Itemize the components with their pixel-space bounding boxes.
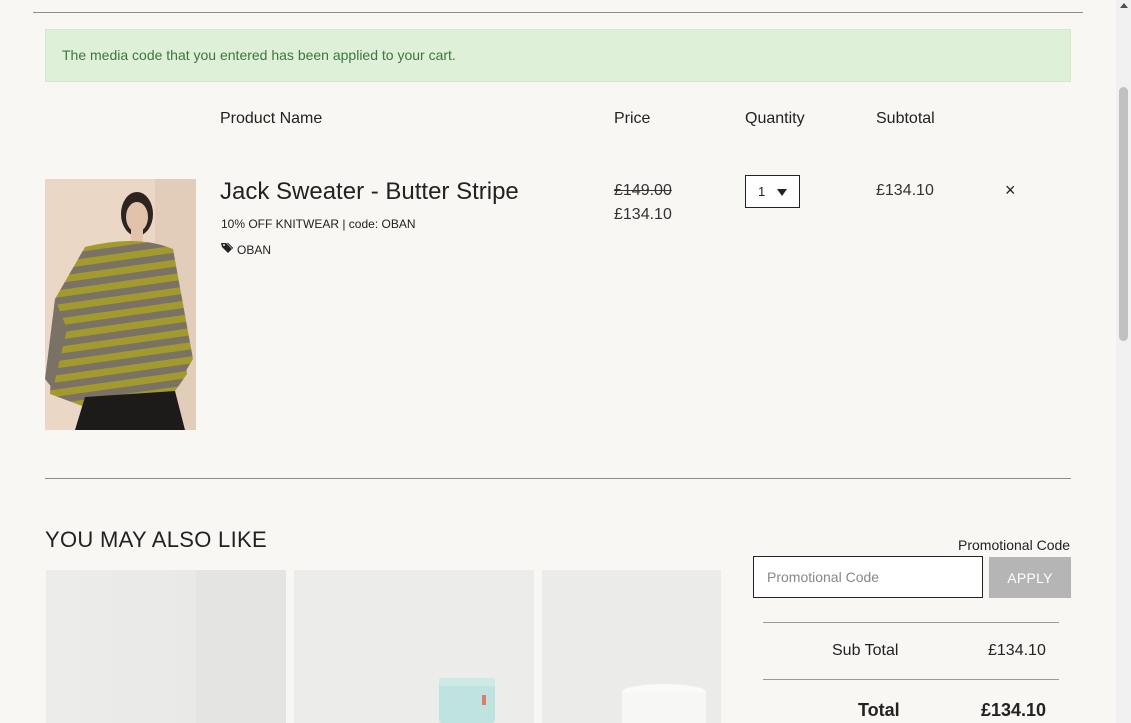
summary-divider — [763, 679, 1059, 680]
total-value: £134.10 — [981, 700, 1047, 720]
scrollbar-thumb[interactable] — [1119, 87, 1128, 341]
promo-code-input[interactable] — [753, 556, 983, 598]
subtotal-label: Sub Total — [832, 642, 899, 659]
col-header-price: Price — [614, 110, 651, 127]
recommendation-card[interactable] — [46, 570, 286, 723]
subtotal-value: £134.10 — [988, 642, 1046, 659]
tag-label: OBAN — [237, 242, 272, 257]
col-header-quantity: Quantity — [745, 110, 805, 127]
success-alert: The media code that you entered has been… — [45, 29, 1071, 82]
page-scrollbar[interactable] — [1116, 0, 1131, 723]
promo-applied-text: 10% OFF KNITWEAR | code: OBAN — [221, 217, 416, 231]
apply-promo-button[interactable]: APPLY — [989, 557, 1071, 598]
quantity-select[interactable]: 1 — [745, 175, 800, 208]
discounted-price: £134.10 — [614, 206, 672, 223]
col-header-subtotal: Subtotal — [876, 110, 935, 127]
recommendation-card[interactable] — [294, 570, 534, 723]
section-divider — [45, 478, 1071, 479]
scroll-up-icon[interactable] — [1120, 3, 1128, 8]
remove-item-button[interactable]: × — [1005, 180, 1016, 201]
recommendations-title: YOU MAY ALSO LIKE — [45, 527, 267, 552]
product-name[interactable]: Jack Sweater - Butter Stripe — [220, 178, 519, 206]
total-label: Total — [858, 700, 900, 720]
quantity-value: 1 — [758, 184, 766, 199]
chevron-down-icon — [777, 189, 787, 196]
alert-message: The media code that you entered has been… — [62, 47, 456, 63]
top-divider — [33, 12, 1083, 13]
promo-tag: OBAN — [221, 242, 271, 257]
promo-code-label: Promotional Code — [958, 537, 1071, 553]
col-header-product: Product Name — [220, 110, 323, 127]
product-image[interactable] — [45, 179, 196, 430]
original-price: £149.00 — [614, 182, 672, 199]
summary-divider — [763, 622, 1059, 623]
line-subtotal: £134.10 — [876, 182, 934, 199]
recommendation-card[interactable] — [542, 570, 721, 723]
tag-icon — [221, 242, 234, 257]
